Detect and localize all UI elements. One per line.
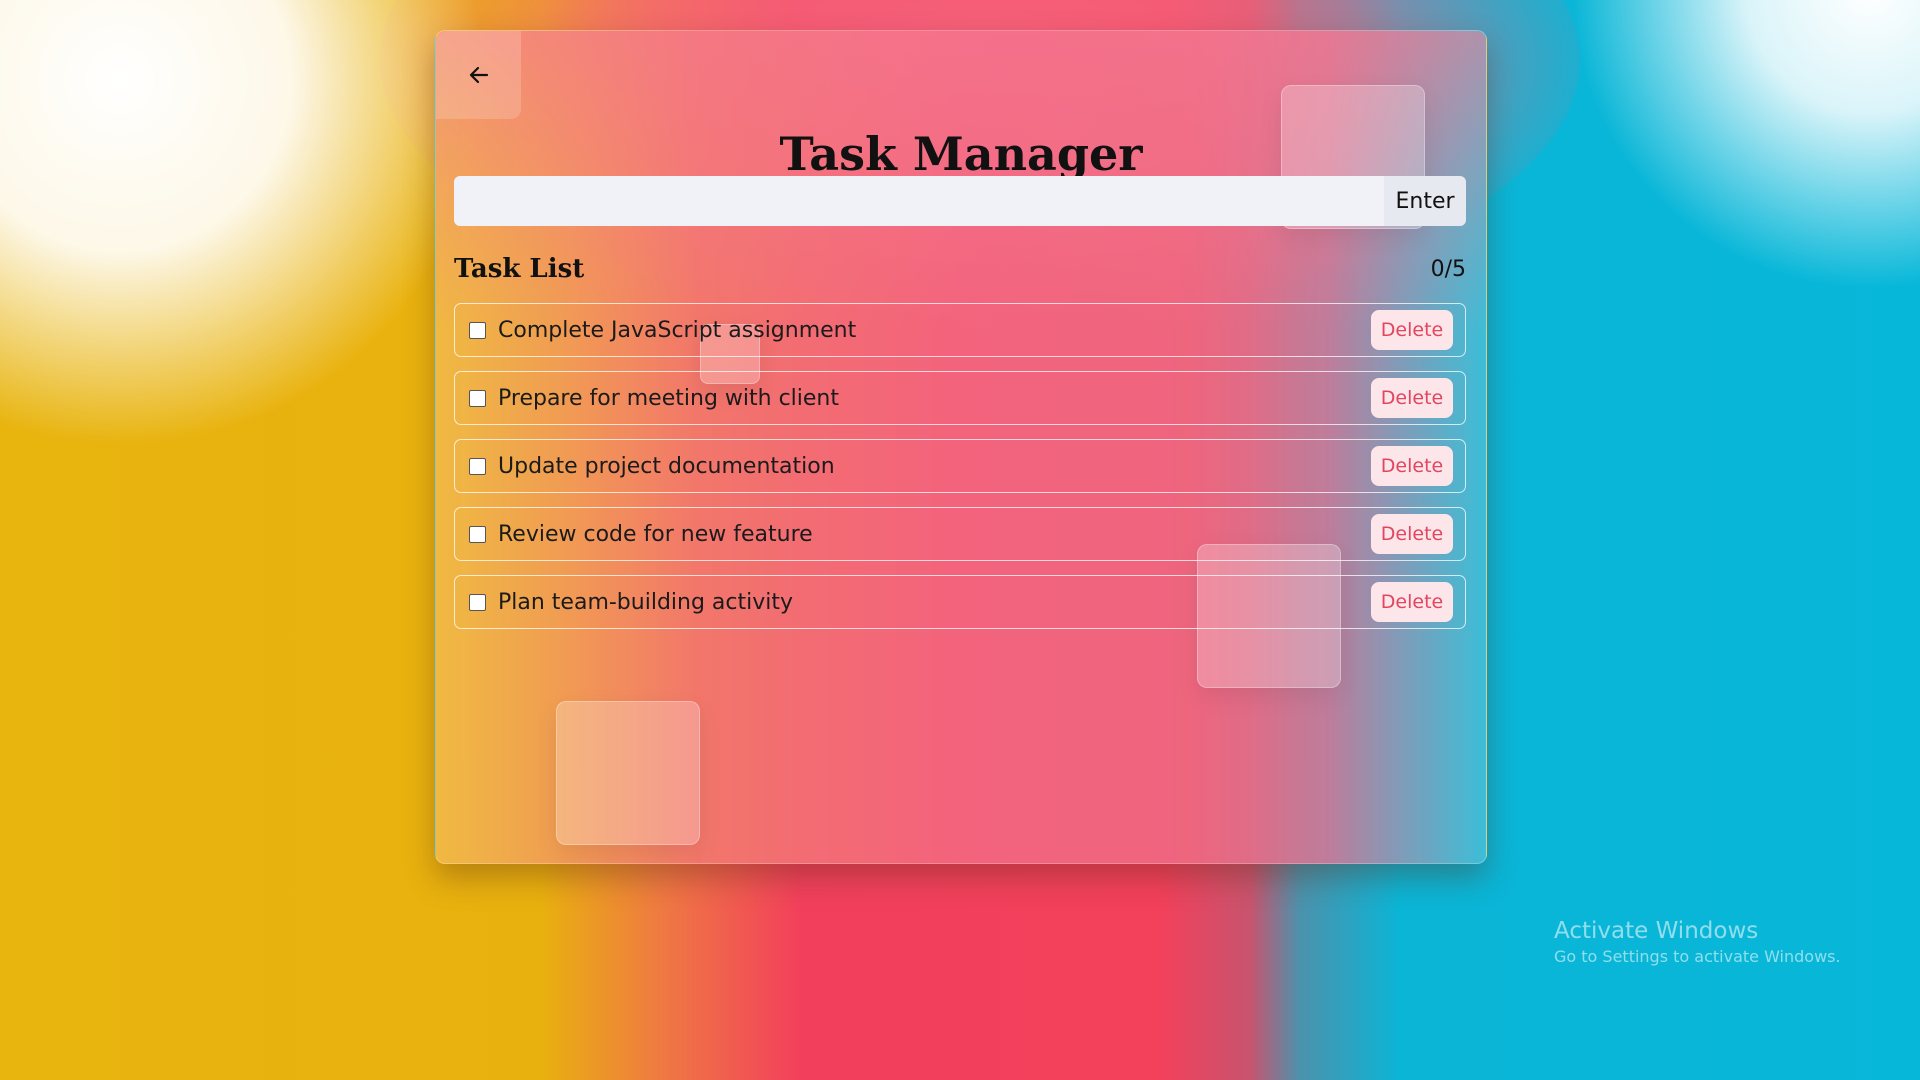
back-button[interactable] bbox=[436, 31, 521, 119]
task-checkbox[interactable] bbox=[469, 321, 486, 339]
task-text: Plan team-building activity bbox=[498, 589, 794, 615]
task-checkbox[interactable] bbox=[469, 593, 486, 611]
arrow-left-icon bbox=[469, 66, 488, 84]
task-list-title: Task List bbox=[454, 254, 585, 284]
task-input-row: Enter bbox=[454, 176, 1466, 226]
decorative-glass-square bbox=[556, 701, 700, 845]
task-text: Complete JavaScript assignment bbox=[498, 317, 857, 343]
task-item: Complete JavaScript assignment Delete bbox=[454, 303, 1466, 357]
activate-windows-watermark: Activate Windows Go to Settings to activ… bbox=[1554, 916, 1841, 968]
watermark-subtitle: Go to Settings to activate Windows. bbox=[1554, 947, 1841, 966]
delete-button[interactable]: Delete bbox=[1371, 378, 1453, 418]
task-text: Review code for new feature bbox=[498, 521, 813, 547]
task-item: Update project documentation Delete bbox=[454, 439, 1466, 493]
task-checkbox[interactable] bbox=[469, 525, 486, 543]
task-item: Review code for new feature Delete bbox=[454, 507, 1466, 561]
task-input[interactable] bbox=[454, 176, 1384, 226]
delete-button[interactable]: Delete bbox=[1371, 514, 1453, 554]
delete-button[interactable]: Delete bbox=[1371, 582, 1453, 622]
watermark-title: Activate Windows bbox=[1554, 918, 1759, 944]
delete-button[interactable]: Delete bbox=[1371, 310, 1453, 350]
page-title: Task Manager bbox=[779, 127, 1143, 181]
task-text: Prepare for meeting with client bbox=[498, 385, 839, 411]
task-list-header: Task List 0/5 bbox=[454, 249, 1466, 289]
delete-button[interactable]: Delete bbox=[1371, 446, 1453, 486]
task-item: Plan team-building activity Delete bbox=[454, 575, 1466, 629]
task-count: 0/5 bbox=[1430, 256, 1466, 282]
enter-button[interactable]: Enter bbox=[1384, 176, 1466, 226]
task-manager-card: Task Manager Enter Task List 0/5 Complet… bbox=[435, 30, 1487, 864]
task-text: Update project documentation bbox=[498, 453, 835, 479]
background-glow-left bbox=[0, 0, 500, 460]
task-item: Prepare for meeting with client Delete bbox=[454, 371, 1466, 425]
task-checkbox[interactable] bbox=[469, 457, 486, 475]
task-checkbox[interactable] bbox=[469, 389, 486, 407]
task-list: Complete JavaScript assignment Delete Pr… bbox=[454, 303, 1466, 643]
background-glow-right bbox=[1560, 0, 1920, 300]
